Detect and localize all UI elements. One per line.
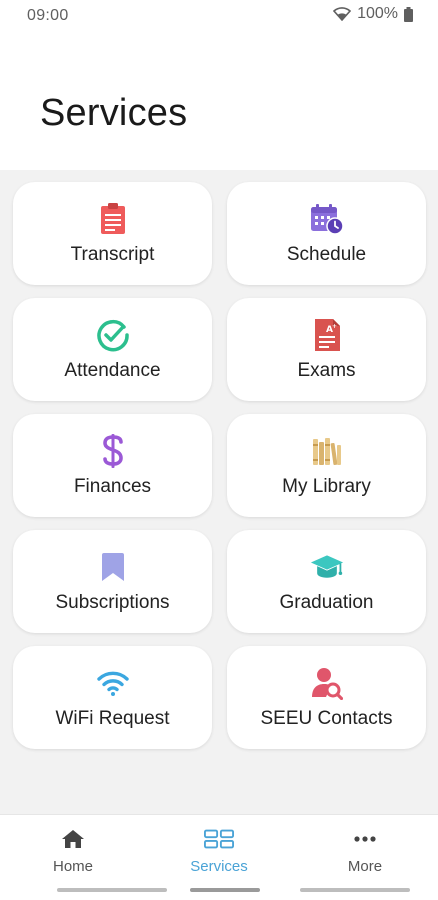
- service-label: My Library: [282, 476, 371, 497]
- bottom-navigation: Home Services More: [0, 814, 438, 887]
- battery-level: 100%: [357, 5, 398, 22]
- books-icon: [310, 434, 344, 468]
- services-container: Transcript Schedule Attendance A + Exams…: [0, 170, 438, 814]
- service-label: Transcript: [70, 244, 155, 265]
- home-icon: [58, 827, 88, 851]
- nav-label: Services: [190, 858, 248, 875]
- service-card-exams[interactable]: A + Exams: [227, 298, 426, 401]
- service-label: WiFi Request: [55, 708, 170, 729]
- service-label: Graduation: [279, 592, 374, 613]
- gesture-indicator-right: [300, 888, 410, 892]
- page-title: Services: [40, 92, 188, 134]
- wifi-signal-icon: [333, 7, 352, 21]
- status-indicators: 100%: [333, 5, 413, 23]
- bookmark-icon: [96, 550, 130, 584]
- service-label: Attendance: [64, 360, 161, 381]
- service-card-seeu-contacts[interactable]: SEEU Contacts: [227, 646, 426, 749]
- grid-icon: [204, 827, 234, 851]
- status-time: 09:00: [27, 7, 69, 24]
- transcript-icon: [96, 202, 130, 236]
- more-horizontal-icon: [350, 827, 380, 851]
- nav-item-more[interactable]: More: [292, 815, 438, 887]
- service-card-subscriptions[interactable]: Subscriptions: [13, 530, 212, 633]
- graded-document-icon: A +: [310, 318, 344, 352]
- calendar-clock-icon: [310, 202, 344, 236]
- service-card-transcript[interactable]: Transcript: [13, 182, 212, 285]
- service-card-graduation[interactable]: Graduation: [227, 530, 426, 633]
- service-card-schedule[interactable]: Schedule: [227, 182, 426, 285]
- service-label: Schedule: [286, 244, 367, 265]
- nav-label: More: [347, 858, 383, 875]
- wifi-icon: [96, 666, 130, 700]
- contact-search-icon: [310, 666, 344, 700]
- service-card-my-library[interactable]: My Library: [227, 414, 426, 517]
- service-card-attendance[interactable]: Attendance: [13, 298, 212, 401]
- service-label: Subscriptions: [55, 592, 170, 613]
- nav-item-services[interactable]: Services: [146, 815, 292, 887]
- gesture-indicator-left: [57, 888, 167, 892]
- nav-label: Home: [52, 858, 93, 875]
- dollar-icon: [96, 434, 130, 468]
- service-card-finances[interactable]: Finances: [13, 414, 212, 517]
- gesture-indicator-center: [190, 888, 260, 892]
- services-grid: Transcript Schedule Attendance A + Exams…: [13, 182, 426, 749]
- battery-icon: [404, 6, 413, 22]
- service-label: SEEU Contacts: [260, 708, 393, 729]
- service-card-wifi-request[interactable]: WiFi Request: [13, 646, 212, 749]
- check-circle-icon: [96, 318, 130, 352]
- nav-item-home[interactable]: Home: [0, 815, 146, 887]
- status-bar: 09:00 100%: [0, 0, 438, 32]
- service-label: Finances: [73, 476, 152, 497]
- service-label: Exams: [297, 360, 356, 381]
- svg-text:+: +: [332, 323, 337, 330]
- graduation-cap-icon: [310, 550, 344, 584]
